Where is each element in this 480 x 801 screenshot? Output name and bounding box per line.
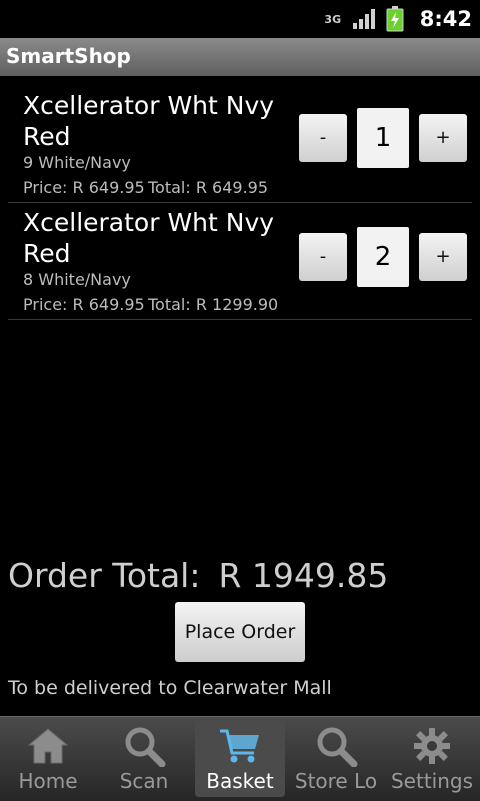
basket-item: Xcellerator Wht Nvy Red 8 White/Navy Pri… <box>8 203 472 320</box>
network-indicator: 3G <box>324 14 342 25</box>
delivery-note: To be delivered to Clearwater Mall <box>8 677 332 699</box>
tab-home-label: Home <box>18 769 78 793</box>
order-total-label: Order Total: <box>8 556 201 595</box>
tab-scan[interactable]: Scan <box>96 721 192 797</box>
quantity-field[interactable]: 2 <box>357 227 409 287</box>
tab-store-locator-label: Store Lo <box>294 769 378 793</box>
item-variant: 9 White/Navy <box>23 153 131 172</box>
item-variant: 8 White/Navy <box>23 270 131 289</box>
item-title: Xcellerator Wht Nvy Red <box>23 91 275 151</box>
order-total: Order Total: R 1949.85 <box>8 556 388 595</box>
tab-settings[interactable]: Settings <box>384 721 480 797</box>
tab-home[interactable]: Home <box>0 721 96 797</box>
item-title: Xcellerator Wht Nvy Red <box>23 208 275 268</box>
tab-bar: Home Scan Basket Store Lo Settings <box>0 716 480 801</box>
decrease-quantity-button[interactable]: - <box>299 233 347 281</box>
tab-store-locator[interactable]: Store Lo <box>288 721 384 797</box>
place-order-button[interactable]: Place Order <box>175 602 305 662</box>
item-total: Total: R 1299.90 <box>148 295 279 314</box>
order-total-value: R 1949.85 <box>218 556 389 595</box>
title-bar: SmartShop <box>0 38 480 76</box>
status-icons: 3G 8:42 <box>324 4 472 34</box>
magnifier-icon <box>125 727 166 767</box>
battery-charging-icon <box>386 6 404 32</box>
status-bar: 3G 8:42 <box>0 0 480 38</box>
clock: 8:42 <box>419 7 472 31</box>
quantity-field[interactable]: 1 <box>357 108 409 168</box>
signal-icon <box>352 9 375 29</box>
gear-icon <box>414 728 450 764</box>
network-type: 3G <box>324 12 342 26</box>
home-icon <box>27 728 69 764</box>
cart-icon <box>220 729 259 763</box>
increase-quantity-button[interactable]: + <box>419 233 467 281</box>
store-locator-icon <box>317 727 358 767</box>
basket-list: Xcellerator Wht Nvy Red 9 White/Navy Pri… <box>0 86 480 320</box>
tab-settings-label: Settings <box>390 769 474 793</box>
app-title: SmartShop <box>6 44 131 68</box>
basket-item: Xcellerator Wht Nvy Red 9 White/Navy Pri… <box>8 86 472 203</box>
item-price: Price: R 649.95 <box>23 295 145 314</box>
item-price: Price: R 649.95 <box>23 178 145 197</box>
tab-basket[interactable]: Basket <box>195 721 285 797</box>
tab-basket-label: Basket <box>206 769 274 793</box>
item-total: Total: R 649.95 <box>148 178 269 197</box>
tab-scan-label: Scan <box>119 769 169 793</box>
decrease-quantity-button[interactable]: - <box>299 114 347 162</box>
increase-quantity-button[interactable]: + <box>419 114 467 162</box>
